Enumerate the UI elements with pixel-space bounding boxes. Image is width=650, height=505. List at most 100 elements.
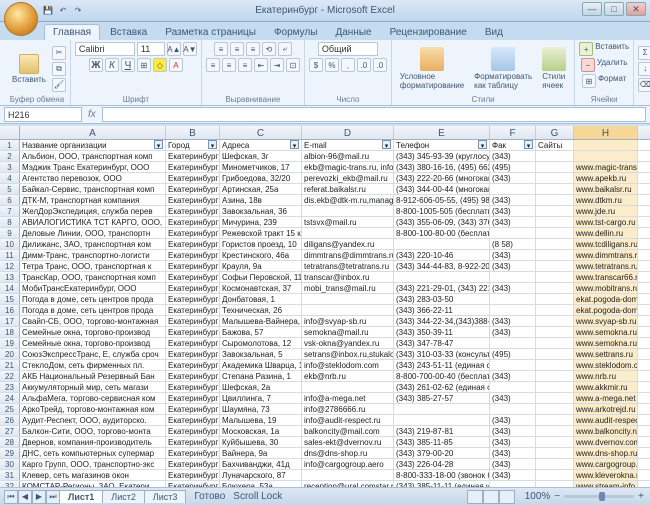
col-header-e[interactable]: E	[394, 126, 490, 139]
cell[interactable]: info@steklodom.com	[302, 360, 394, 370]
cell[interactable]: Сыромолотова, 12	[220, 338, 302, 348]
cell[interactable]	[536, 173, 574, 183]
cell[interactable]: (343)	[490, 316, 536, 326]
cell[interactable]: Софьи Перовской, 110	[220, 272, 302, 282]
cell[interactable]: (343)	[490, 217, 536, 227]
cell[interactable]: tstsvx@mail.ru	[302, 217, 394, 227]
cell[interactable]: Екатеринбург	[166, 426, 220, 436]
cell[interactable]: (343) 345-93-39 (круглосуточный)	[394, 151, 490, 161]
cell[interactable]	[536, 448, 574, 458]
cell[interactable]: Шефская, 2а	[220, 382, 302, 392]
cell[interactable]: Московская, 1а	[220, 426, 302, 436]
cell[interactable]: Вайнера, 9а	[220, 448, 302, 458]
row-header[interactable]: 25	[0, 404, 20, 414]
fx-icon[interactable]: fx	[82, 109, 102, 120]
cell[interactable]: (343) 222-20-66 (многоканал	[394, 173, 490, 183]
zoom-in-icon[interactable]: +	[638, 491, 644, 502]
cell[interactable]: Екатеринбург	[166, 371, 220, 381]
cell[interactable]: www.baikalsr.ru	[574, 184, 638, 194]
cell[interactable]: МобиТрансЕкатеринбург, ООО	[20, 283, 166, 293]
cell[interactable]	[536, 404, 574, 414]
cell[interactable]	[490, 184, 536, 194]
cell[interactable]: ДТК-М, транспортная компания	[20, 195, 166, 205]
cell[interactable]: (343) 344-00-44 (многоканальный)	[394, 184, 490, 194]
office-button[interactable]	[4, 2, 38, 36]
cell[interactable]: (343) 220-10-46	[394, 250, 490, 260]
row-header[interactable]: 15	[0, 294, 20, 304]
cell[interactable]: (495)	[490, 162, 536, 172]
cell[interactable]	[536, 206, 574, 216]
format-painter-icon[interactable]: 🖌	[52, 78, 66, 92]
font-size-select[interactable]	[137, 42, 165, 56]
cell[interactable]	[536, 305, 574, 315]
currency-icon[interactable]: $	[309, 58, 323, 72]
cell[interactable]: ekb@magic-trans.ru, info@m	[302, 162, 394, 172]
row-header[interactable]: 13	[0, 272, 20, 282]
cell[interactable]: АВИАЛОГИСТИКА ТСТ КАРГО, ООО,	[20, 217, 166, 227]
cell[interactable]: (343) 226-04-28	[394, 459, 490, 469]
font-name-select[interactable]	[75, 42, 135, 56]
col-header-a[interactable]: A	[20, 126, 166, 139]
cell[interactable]: www.tst-cargo.ru	[574, 217, 638, 227]
increase-decimal-icon[interactable]: .0	[357, 58, 371, 72]
cell[interactable]: Екатеринбург	[166, 404, 220, 414]
view-break-icon[interactable]	[499, 490, 515, 504]
cell[interactable]	[536, 426, 574, 436]
cell[interactable]	[302, 305, 394, 315]
save-icon[interactable]: 💾	[42, 4, 54, 16]
cell[interactable]	[574, 151, 638, 161]
cell[interactable]: Крестинского, 46а	[220, 250, 302, 260]
cell[interactable]: Фак▾	[490, 140, 536, 150]
cell[interactable]: (343) 261-02-62 (единая справочна	[394, 382, 490, 392]
tab-insert[interactable]: Вставка	[102, 25, 155, 40]
cell[interactable]: www.settrans.ru	[574, 349, 638, 359]
align-left-icon[interactable]: ≡	[206, 58, 220, 72]
cell[interactable]: 8-800-1005-505 (бесплатный)	[394, 206, 490, 216]
cell[interactable]: Мэджик Транс Екатеринбург, ООО	[20, 162, 166, 172]
cell[interactable]: (343)	[490, 459, 536, 469]
cell[interactable]: (343) 344-44-83, 8-922-203-46-38	[394, 261, 490, 271]
cell[interactable]: (343) 219-87-81	[394, 426, 490, 436]
sheet-tab-3[interactable]: Лист3	[144, 490, 187, 503]
cell[interactable]: Луначарского, 87	[220, 470, 302, 480]
cell[interactable]: Димм-Транс, транспортно-логисти	[20, 250, 166, 260]
cell[interactable]: Екатеринбург	[166, 349, 220, 359]
cell[interactable]	[490, 305, 536, 315]
cell[interactable]: (495)	[490, 349, 536, 359]
cell[interactable]	[574, 140, 638, 150]
border-icon[interactable]: ⊞	[137, 58, 151, 72]
row-header[interactable]: 8	[0, 217, 20, 227]
cell-styles-button[interactable]: Стили ячеек	[538, 45, 570, 92]
cell[interactable]: www.audit-respect.ru	[574, 415, 638, 425]
cell[interactable]: (343) 355-06-09, (343) 376-75-76	[394, 217, 490, 227]
cell[interactable]: Екатеринбург	[166, 261, 220, 271]
cell[interactable]: Карго Групп, ООО, транспортно-экс	[20, 459, 166, 469]
shrink-font-icon[interactable]: A▼	[183, 42, 197, 56]
row-header[interactable]: 19	[0, 338, 20, 348]
cell[interactable]	[536, 415, 574, 425]
cell[interactable]: Екатеринбург	[166, 459, 220, 469]
row-header[interactable]: 1	[0, 140, 20, 150]
cell[interactable]: (343)	[490, 415, 536, 425]
cell[interactable]: Семейные окна, торгово-производ	[20, 338, 166, 348]
cell[interactable]: Сайты▾	[536, 140, 574, 150]
row-header[interactable]: 30	[0, 459, 20, 469]
cell[interactable]	[536, 195, 574, 205]
sheet-nav-next[interactable]: ▶	[32, 490, 46, 504]
cell[interactable]: www.jde.ru	[574, 206, 638, 216]
cell[interactable]: Дилижанс, ЗАО, транспортная ком	[20, 239, 166, 249]
cell[interactable]: (343)	[490, 151, 536, 161]
cell[interactable]: www.a-mega.net	[574, 393, 638, 403]
undo-icon[interactable]: ↶	[57, 4, 69, 16]
cell[interactable]: (343)	[490, 470, 536, 480]
decrease-indent-icon[interactable]: ⇤	[254, 58, 268, 72]
cell[interactable]: (343) 379-00-20	[394, 448, 490, 458]
cell[interactable]: Екатеринбург	[166, 239, 220, 249]
cell[interactable]: Альбион, ООО, транспортная комп	[20, 151, 166, 161]
font-color-icon[interactable]: A	[169, 58, 183, 72]
cell[interactable]: АркоТрейд, торгово-монтажная ком	[20, 404, 166, 414]
grow-font-icon[interactable]: A▲	[167, 42, 181, 56]
cell[interactable]: E-mail▾	[302, 140, 394, 150]
cell[interactable]	[536, 239, 574, 249]
copy-icon[interactable]: ⧉	[52, 62, 66, 76]
